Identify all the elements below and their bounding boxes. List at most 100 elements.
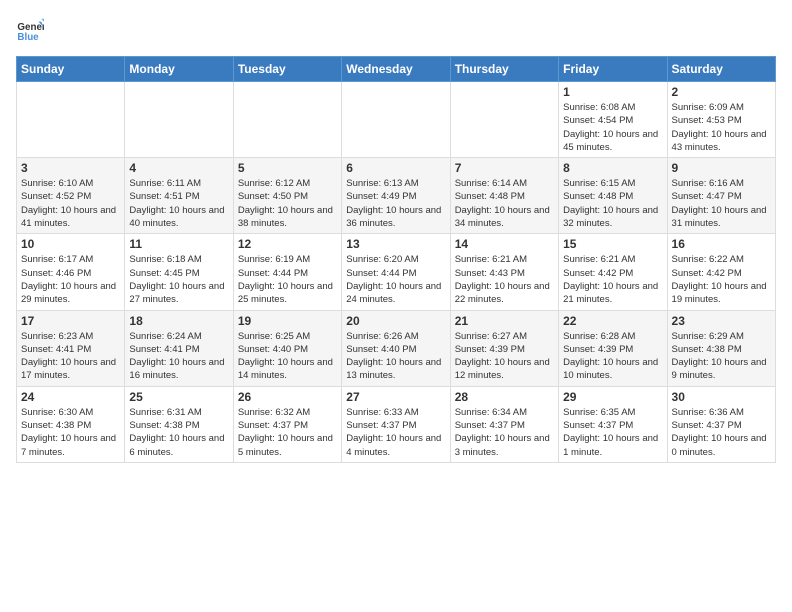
calendar-cell: 25 Sunrise: 6:31 AM Sunset: 4:38 PM Dayli… bbox=[125, 386, 233, 462]
day-info: Sunrise: 6:29 AM Sunset: 4:38 PM Dayligh… bbox=[672, 330, 771, 383]
day-number: 11 bbox=[129, 237, 228, 251]
day-info: Sunrise: 6:20 AM Sunset: 4:44 PM Dayligh… bbox=[346, 253, 445, 306]
day-info: Sunrise: 6:21 AM Sunset: 4:42 PM Dayligh… bbox=[563, 253, 662, 306]
calendar-week-1: 1 Sunrise: 6:08 AM Sunset: 4:54 PM Daylig… bbox=[17, 82, 776, 158]
calendar-cell: 14 Sunrise: 6:21 AM Sunset: 4:43 PM Dayli… bbox=[450, 234, 558, 310]
day-info: Sunrise: 6:31 AM Sunset: 4:38 PM Dayligh… bbox=[129, 406, 228, 459]
day-info: Sunrise: 6:11 AM Sunset: 4:51 PM Dayligh… bbox=[129, 177, 228, 230]
day-info: Sunrise: 6:10 AM Sunset: 4:52 PM Dayligh… bbox=[21, 177, 120, 230]
calendar-header-tuesday: Tuesday bbox=[233, 57, 341, 82]
day-number: 2 bbox=[672, 85, 771, 99]
day-info: Sunrise: 6:18 AM Sunset: 4:45 PM Dayligh… bbox=[129, 253, 228, 306]
calendar-week-2: 3 Sunrise: 6:10 AM Sunset: 4:52 PM Daylig… bbox=[17, 158, 776, 234]
calendar-cell: 16 Sunrise: 6:22 AM Sunset: 4:42 PM Dayli… bbox=[667, 234, 775, 310]
calendar-cell: 1 Sunrise: 6:08 AM Sunset: 4:54 PM Daylig… bbox=[559, 82, 667, 158]
calendar-cell: 30Sunrise: 6:36 AM Sunset: 4:37 PM Dayli… bbox=[667, 386, 775, 462]
day-number: 14 bbox=[455, 237, 554, 251]
day-number: 21 bbox=[455, 314, 554, 328]
calendar-cell: 24 Sunrise: 6:30 AM Sunset: 4:38 PM Dayli… bbox=[17, 386, 125, 462]
day-number: 19 bbox=[238, 314, 337, 328]
calendar-cell: 21 Sunrise: 6:27 AM Sunset: 4:39 PM Dayli… bbox=[450, 310, 558, 386]
calendar-cell: 7 Sunrise: 6:14 AM Sunset: 4:48 PM Daylig… bbox=[450, 158, 558, 234]
calendar-cell: 9 Sunrise: 6:16 AM Sunset: 4:47 PM Daylig… bbox=[667, 158, 775, 234]
day-number: 12 bbox=[238, 237, 337, 251]
day-number: 27 bbox=[346, 390, 445, 404]
calendar-week-5: 24 Sunrise: 6:30 AM Sunset: 4:38 PM Dayli… bbox=[17, 386, 776, 462]
day-number: 22 bbox=[563, 314, 662, 328]
day-info: Sunrise: 6:27 AM Sunset: 4:39 PM Dayligh… bbox=[455, 330, 554, 383]
day-info: Sunrise: 6:21 AM Sunset: 4:43 PM Dayligh… bbox=[455, 253, 554, 306]
calendar-cell: 29 Sunrise: 6:35 AM Sunset: 4:37 PM Dayli… bbox=[559, 386, 667, 462]
calendar-header-saturday: Saturday bbox=[667, 57, 775, 82]
day-info: Sunrise: 6:08 AM Sunset: 4:54 PM Dayligh… bbox=[563, 101, 662, 154]
calendar-header-thursday: Thursday bbox=[450, 57, 558, 82]
calendar-table: SundayMondayTuesdayWednesdayThursdayFrid… bbox=[16, 56, 776, 463]
day-info: Sunrise: 6:16 AM Sunset: 4:47 PM Dayligh… bbox=[672, 177, 771, 230]
day-number: 24 bbox=[21, 390, 120, 404]
day-number: 17 bbox=[21, 314, 120, 328]
day-number: 29 bbox=[563, 390, 662, 404]
calendar-cell: 15 Sunrise: 6:21 AM Sunset: 4:42 PM Dayli… bbox=[559, 234, 667, 310]
day-number: 28 bbox=[455, 390, 554, 404]
day-info: Sunrise: 6:14 AM Sunset: 4:48 PM Dayligh… bbox=[455, 177, 554, 230]
calendar-cell: 26 Sunrise: 6:32 AM Sunset: 4:37 PM Dayli… bbox=[233, 386, 341, 462]
day-info: Sunrise: 6:30 AM Sunset: 4:38 PM Dayligh… bbox=[21, 406, 120, 459]
calendar-cell bbox=[17, 82, 125, 158]
day-info: Sunrise: 6:23 AM Sunset: 4:41 PM Dayligh… bbox=[21, 330, 120, 383]
day-info: Sunrise: 6:13 AM Sunset: 4:49 PM Dayligh… bbox=[346, 177, 445, 230]
calendar-cell: 6Sunrise: 6:13 AM Sunset: 4:49 PM Daylig… bbox=[342, 158, 450, 234]
calendar-cell: 23 Sunrise: 6:29 AM Sunset: 4:38 PM Dayli… bbox=[667, 310, 775, 386]
day-number: 25 bbox=[129, 390, 228, 404]
day-number: 30 bbox=[672, 390, 771, 404]
day-info: Sunrise: 6:17 AM Sunset: 4:46 PM Dayligh… bbox=[21, 253, 120, 306]
day-info: Sunrise: 6:09 AM Sunset: 4:53 PM Dayligh… bbox=[672, 101, 771, 154]
day-number: 15 bbox=[563, 237, 662, 251]
calendar-cell: 17 Sunrise: 6:23 AM Sunset: 4:41 PM Dayli… bbox=[17, 310, 125, 386]
calendar-cell: 5Sunrise: 6:12 AM Sunset: 4:50 PM Daylig… bbox=[233, 158, 341, 234]
day-info: Sunrise: 6:22 AM Sunset: 4:42 PM Dayligh… bbox=[672, 253, 771, 306]
day-number: 8 bbox=[563, 161, 662, 175]
day-number: 16 bbox=[672, 237, 771, 251]
calendar-header-sunday: Sunday bbox=[17, 57, 125, 82]
calendar-cell: 19Sunrise: 6:25 AM Sunset: 4:40 PM Dayli… bbox=[233, 310, 341, 386]
day-number: 13 bbox=[346, 237, 445, 251]
day-number: 7 bbox=[455, 161, 554, 175]
day-number: 4 bbox=[129, 161, 228, 175]
calendar-cell bbox=[342, 82, 450, 158]
calendar-header-friday: Friday bbox=[559, 57, 667, 82]
day-info: Sunrise: 6:32 AM Sunset: 4:37 PM Dayligh… bbox=[238, 406, 337, 459]
calendar-cell: 8 Sunrise: 6:15 AM Sunset: 4:48 PM Daylig… bbox=[559, 158, 667, 234]
calendar-week-3: 10 Sunrise: 6:17 AM Sunset: 4:46 PM Dayli… bbox=[17, 234, 776, 310]
day-info: Sunrise: 6:26 AM Sunset: 4:40 PM Dayligh… bbox=[346, 330, 445, 383]
day-number: 9 bbox=[672, 161, 771, 175]
calendar-cell: 18Sunrise: 6:24 AM Sunset: 4:41 PM Dayli… bbox=[125, 310, 233, 386]
calendar-cell: 20Sunrise: 6:26 AM Sunset: 4:40 PM Dayli… bbox=[342, 310, 450, 386]
calendar-cell bbox=[450, 82, 558, 158]
calendar-cell: 4 Sunrise: 6:11 AM Sunset: 4:51 PM Daylig… bbox=[125, 158, 233, 234]
calendar-cell: 10 Sunrise: 6:17 AM Sunset: 4:46 PM Dayli… bbox=[17, 234, 125, 310]
calendar-header-wednesday: Wednesday bbox=[342, 57, 450, 82]
calendar-cell: 13 Sunrise: 6:20 AM Sunset: 4:44 PM Dayli… bbox=[342, 234, 450, 310]
day-number: 10 bbox=[21, 237, 120, 251]
day-number: 1 bbox=[563, 85, 662, 99]
day-info: Sunrise: 6:35 AM Sunset: 4:37 PM Dayligh… bbox=[563, 406, 662, 459]
day-info: Sunrise: 6:28 AM Sunset: 4:39 PM Dayligh… bbox=[563, 330, 662, 383]
calendar-cell: 3 Sunrise: 6:10 AM Sunset: 4:52 PM Daylig… bbox=[17, 158, 125, 234]
logo: General Blue bbox=[16, 16, 48, 44]
day-number: 3 bbox=[21, 161, 120, 175]
calendar-week-4: 17 Sunrise: 6:23 AM Sunset: 4:41 PM Dayli… bbox=[17, 310, 776, 386]
calendar-cell: 28 Sunrise: 6:34 AM Sunset: 4:37 PM Dayli… bbox=[450, 386, 558, 462]
page-header: General Blue bbox=[16, 16, 776, 44]
day-info: Sunrise: 6:34 AM Sunset: 4:37 PM Dayligh… bbox=[455, 406, 554, 459]
day-number: 5 bbox=[238, 161, 337, 175]
day-number: 23 bbox=[672, 314, 771, 328]
calendar-header-row: SundayMondayTuesdayWednesdayThursdayFrid… bbox=[17, 57, 776, 82]
calendar-cell: 11 Sunrise: 6:18 AM Sunset: 4:45 PM Dayli… bbox=[125, 234, 233, 310]
day-number: 18 bbox=[129, 314, 228, 328]
calendar-cell: 2 Sunrise: 6:09 AM Sunset: 4:53 PM Daylig… bbox=[667, 82, 775, 158]
day-info: Sunrise: 6:15 AM Sunset: 4:48 PM Dayligh… bbox=[563, 177, 662, 230]
calendar-cell bbox=[233, 82, 341, 158]
svg-text:Blue: Blue bbox=[17, 32, 39, 43]
calendar-header-monday: Monday bbox=[125, 57, 233, 82]
day-number: 26 bbox=[238, 390, 337, 404]
